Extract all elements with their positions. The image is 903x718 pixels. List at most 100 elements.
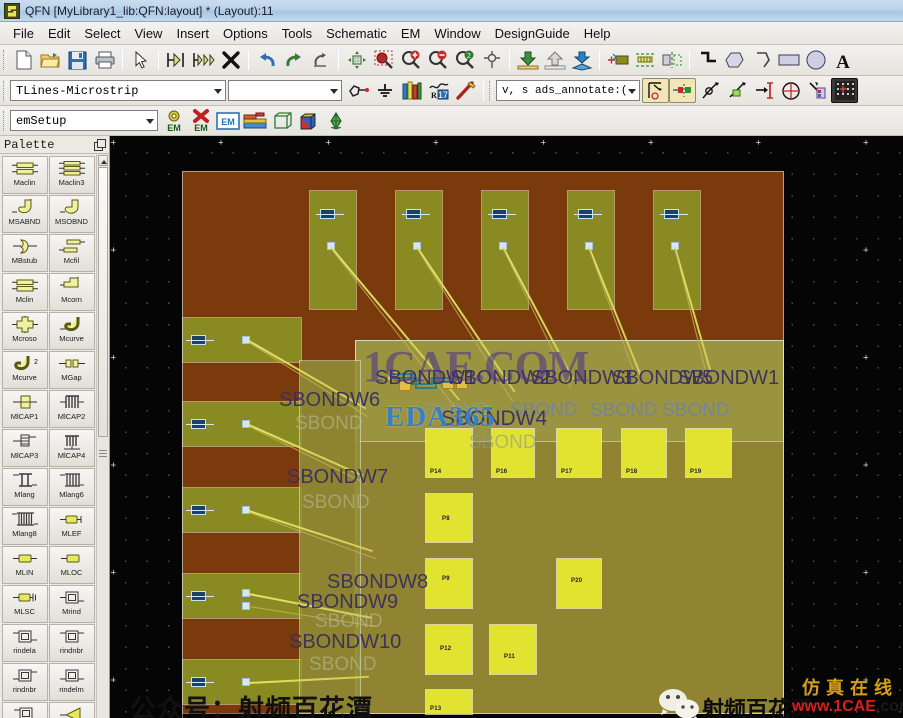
zoom-in-icon[interactable] xyxy=(397,48,424,73)
menu-options[interactable]: Options xyxy=(216,24,275,43)
print-icon[interactable] xyxy=(91,48,118,73)
ruler-icon[interactable] xyxy=(631,48,658,73)
component-probe-icon[interactable] xyxy=(478,48,505,73)
palette-item-mloc[interactable]: MLOC xyxy=(48,545,95,584)
bond-pad[interactable]: P17 xyxy=(556,428,602,478)
palette-item-rindnbr[interactable]: rindnbr xyxy=(48,623,95,662)
polyline-icon[interactable] xyxy=(748,48,775,73)
mirror-icon[interactable] xyxy=(658,48,685,73)
bond-pad[interactable]: P12 xyxy=(425,624,473,675)
menu-file[interactable]: File xyxy=(6,24,41,43)
palette-scrollbar[interactable] xyxy=(96,154,109,718)
scroll-up-button[interactable] xyxy=(98,155,108,166)
palette-item-maclin3[interactable]: Maclin3 xyxy=(48,155,95,194)
palette-item-msabnd[interactable]: MSABND xyxy=(1,194,48,233)
palette-item-mcurve[interactable]: Mcurve xyxy=(48,311,95,350)
insert-pin-icon[interactable] xyxy=(163,48,190,73)
palette-item-mgap[interactable]: MGap xyxy=(48,350,95,389)
snap-edge-icon[interactable] xyxy=(669,78,696,103)
palette-item-mcroso[interactable]: Mcroso xyxy=(1,311,48,350)
menu-window[interactable]: Window xyxy=(427,24,487,43)
em-stop-icon[interactable]: EM xyxy=(187,108,214,133)
zoom-out-icon[interactable] xyxy=(424,48,451,73)
pan-move-icon[interactable] xyxy=(343,48,370,73)
annotate-combo[interactable]: v, s ads_annotate:( xyxy=(496,80,640,101)
palette-item-mcurve2[interactable]: 2 Mcurve xyxy=(1,350,48,389)
library-browser-icon[interactable] xyxy=(398,78,425,103)
open-folder-icon[interactable] xyxy=(37,48,64,73)
insert-pins-icon[interactable] xyxy=(190,48,217,73)
undock-icon[interactable] xyxy=(94,139,106,151)
undo-icon[interactable] xyxy=(253,48,280,73)
palette-item-mcfil[interactable]: Mcfil xyxy=(48,233,95,272)
chevron-down-icon[interactable] xyxy=(214,88,222,94)
toolbar-grip[interactable] xyxy=(489,80,493,101)
select-arrow-icon[interactable] xyxy=(127,48,154,73)
em-setup-combo[interactable]: emSetup xyxy=(10,110,158,131)
palette-item-mlcap2[interactable]: MlCAP2 xyxy=(48,389,95,428)
menu-select[interactable]: Select xyxy=(77,24,127,43)
palette-item-mlef[interactable]: MLEF xyxy=(48,506,95,545)
3d-view-icon[interactable] xyxy=(295,108,322,133)
delete-x-icon[interactable] xyxy=(217,48,244,73)
toolbar-grip[interactable] xyxy=(3,110,7,131)
palette-item-mlsc[interactable]: MLSC xyxy=(1,584,48,623)
palette-item-rindnbr2[interactable]: rindnbr xyxy=(1,662,48,701)
measure-icon[interactable] xyxy=(604,48,631,73)
menu-insert[interactable]: Insert xyxy=(169,24,216,43)
snap-intersection-icon[interactable] xyxy=(777,78,804,103)
3d-preview-icon[interactable] xyxy=(268,108,295,133)
rectangle-icon[interactable] xyxy=(775,48,802,73)
port-icon[interactable] xyxy=(344,78,371,103)
redo-icon[interactable] xyxy=(280,48,307,73)
text-icon[interactable]: A xyxy=(829,48,856,73)
palette-item-mlin[interactable]: MLIN xyxy=(1,545,48,584)
palette-item-wedge[interactable] xyxy=(48,701,95,718)
palette-item-mclin[interactable]: Mclin xyxy=(1,272,48,311)
bond-pad[interactable]: P16 xyxy=(491,428,535,478)
palette-item-mcorn[interactable]: Mcorn xyxy=(48,272,95,311)
circle-icon[interactable] xyxy=(802,48,829,73)
scroll-thumb[interactable] xyxy=(98,167,108,437)
bond-pad[interactable]: P8 xyxy=(425,493,473,543)
palette-item-mlcap3[interactable]: MlCAP3 xyxy=(1,428,48,467)
menu-em[interactable]: EM xyxy=(394,24,428,43)
snap-center-icon[interactable] xyxy=(642,78,669,103)
bond-pad[interactable]: P20 xyxy=(556,558,602,609)
menu-view[interactable]: View xyxy=(128,24,170,43)
path-icon[interactable] xyxy=(694,48,721,73)
new-icon[interactable] xyxy=(10,48,37,73)
snap-any-icon[interactable] xyxy=(804,78,831,103)
pop-out-icon[interactable] xyxy=(541,48,568,73)
palette-item-mbstub[interactable]: MBstub xyxy=(1,233,48,272)
toolbar-grip[interactable] xyxy=(3,80,7,101)
bond-pad[interactable]: P14 xyxy=(425,428,473,478)
bond-pad[interactable]: P11 xyxy=(489,624,537,675)
palette-item-mlang8[interactable]: Mlang8 xyxy=(1,506,48,545)
bond-pad[interactable]: P18 xyxy=(621,428,667,478)
palette-item-mlang6[interactable]: Mlang6 xyxy=(48,467,95,506)
chevron-down-icon[interactable] xyxy=(628,88,636,94)
menu-schematic[interactable]: Schematic xyxy=(319,24,394,43)
menu-tools[interactable]: Tools xyxy=(275,24,319,43)
flatten-icon[interactable] xyxy=(568,48,595,73)
toolbar-grip[interactable] xyxy=(3,50,7,70)
palette-item-mlang[interactable]: Mlang xyxy=(1,467,48,506)
chevron-down-icon[interactable] xyxy=(146,118,154,124)
snap-midpoint-icon[interactable] xyxy=(723,78,750,103)
palette-item-rindelm[interactable]: rindelm xyxy=(48,662,95,701)
mesh-icon[interactable] xyxy=(322,108,349,133)
menu-designguide[interactable]: DesignGuide xyxy=(488,24,577,43)
palette-item-maclin[interactable]: Maclin xyxy=(1,155,48,194)
library-combo[interactable]: TLines-Microstrip xyxy=(10,80,226,101)
snap-endpoint-icon[interactable] xyxy=(750,78,777,103)
bond-pad[interactable]: P19 xyxy=(685,428,732,478)
palette-item-msobnd[interactable]: MSOBND xyxy=(48,194,95,233)
palette-item-rindela[interactable]: rindela xyxy=(1,623,48,662)
menu-help[interactable]: Help xyxy=(577,24,618,43)
zoom-last-icon[interactable]: 2 xyxy=(451,48,478,73)
wire-label-icon[interactable] xyxy=(452,78,479,103)
substrate-icon[interactable] xyxy=(241,108,268,133)
rotate-icon[interactable] xyxy=(307,48,334,73)
ground-icon[interactable] xyxy=(371,78,398,103)
